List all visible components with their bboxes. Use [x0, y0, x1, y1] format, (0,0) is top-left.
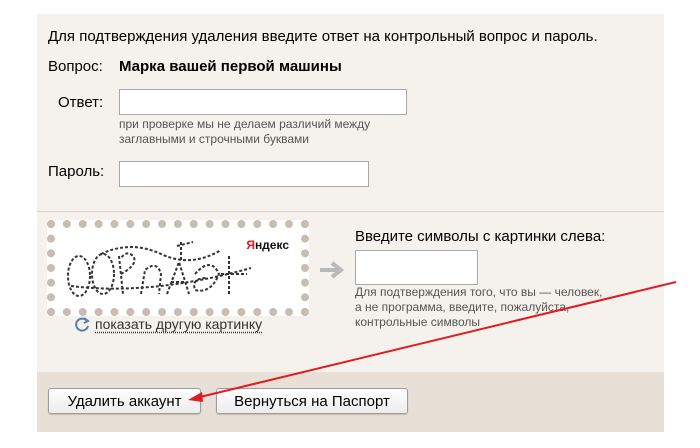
answer-hint: при проверке мы не делаем различий между…	[119, 117, 370, 147]
delete-account-panel: Для подтверждения удаления введите ответ…	[37, 14, 664, 432]
captcha-hint-line: контрольные символы	[355, 315, 481, 329]
yandex-logo: Яндекс	[246, 238, 289, 252]
captcha-image: Яндекс	[47, 220, 309, 316]
captcha-hint-line: а не программа, введите, пожалуйста,	[355, 300, 570, 314]
captcha-input[interactable]	[355, 250, 478, 285]
captcha-hint: Для подтверждения того, что вы — человек…	[355, 285, 602, 330]
answer-input[interactable]	[119, 89, 407, 115]
delete-account-button[interactable]: Удалить аккаунт	[48, 388, 201, 414]
refresh-captcha-link[interactable]: показать другую картинку	[95, 316, 262, 332]
answer-hint-line: при проверке мы не делаем различий между	[119, 117, 371, 131]
arrow-right-icon	[320, 261, 345, 279]
question-label: Вопрос:	[48, 58, 103, 75]
captcha-title: Введите символы с картинки слева:	[355, 228, 606, 245]
captcha-hint-line: Для подтверждения того, что вы — человек…	[355, 285, 603, 299]
yandex-logo-letter: Я	[246, 238, 255, 252]
password-input[interactable]	[119, 161, 369, 187]
answer-hint-line: заглавными и строчными буквами	[119, 132, 310, 146]
divider	[37, 211, 664, 212]
password-label: Пароль:	[48, 163, 105, 180]
answer-label: Ответ:	[58, 94, 104, 111]
refresh-icon[interactable]	[73, 315, 91, 333]
captcha-picture: Яндекс	[61, 234, 295, 302]
back-to-passport-button[interactable]: Вернуться на Паспорт	[216, 388, 408, 414]
security-question: Марка вашей первой машины	[119, 58, 342, 75]
yandex-logo-rest: ндекс	[254, 238, 289, 252]
intro-text: Для подтверждения удаления введите ответ…	[48, 28, 598, 45]
